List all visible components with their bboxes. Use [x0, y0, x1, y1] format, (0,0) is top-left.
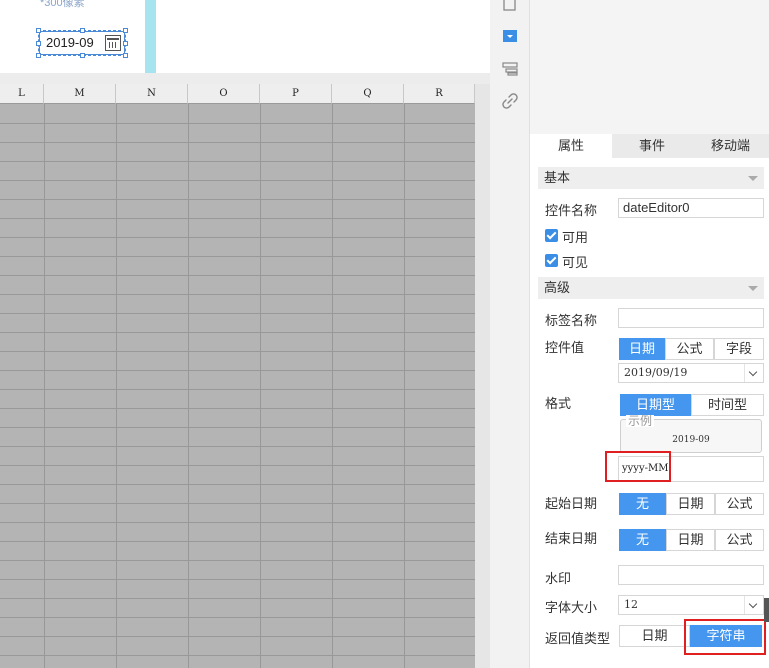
chevron-down-icon[interactable] [744, 364, 763, 382]
canvas-boundary [145, 0, 156, 73]
enabled-label: 可用 [562, 230, 589, 245]
spreadsheet-grid[interactable]: L M N O P Q R [0, 84, 475, 668]
section-advanced[interactable]: 高级 [538, 277, 764, 299]
grid-column-line [260, 104, 261, 668]
watermark-input[interactable] [618, 565, 764, 585]
column-header[interactable]: R [404, 84, 475, 104]
end-none-button[interactable]: 无 [619, 529, 666, 551]
font-size-value: 12 [624, 598, 638, 611]
collapse-icon[interactable] [748, 286, 758, 291]
value-type-formula-button[interactable]: 公式 [665, 338, 714, 360]
tab-properties[interactable]: 属性 [530, 134, 612, 158]
start-formula-button[interactable]: 公式 [715, 493, 764, 515]
format-date-type-button[interactable]: 日期型 [620, 394, 691, 416]
resize-handle[interactable] [80, 28, 85, 33]
font-size-label: 字体大小 [545, 600, 598, 615]
width-label: *300像素 [40, 0, 85, 9]
widget-toolbar [490, 0, 530, 668]
sheet-scrollbar[interactable] [475, 84, 490, 668]
tab-mobile[interactable]: 移动端 [692, 134, 769, 158]
start-none-button[interactable]: 无 [619, 493, 666, 515]
column-header[interactable]: O [188, 84, 260, 104]
grid-column-line [404, 104, 405, 668]
panel-header-area [530, 0, 769, 134]
grid-column-line [188, 104, 189, 668]
column-header[interactable]: L [0, 84, 44, 104]
visible-checkbox[interactable] [545, 254, 558, 267]
column-header[interactable]: P [260, 84, 332, 104]
enabled-checkbox[interactable] [545, 229, 558, 242]
font-size-select[interactable]: 12 [618, 595, 764, 615]
widget-value-label: 控件值 [545, 340, 585, 355]
column-header[interactable]: Q [332, 84, 404, 104]
format-example-value: 2019-09 [672, 435, 710, 445]
start-date-label: 起始日期 [545, 496, 598, 511]
dropdown-widget-icon[interactable] [502, 28, 518, 44]
date-editor-widget[interactable]: 2019-09 [39, 31, 125, 55]
tag-name-input[interactable] [618, 308, 764, 328]
return-type-label: 返回值类型 [545, 631, 611, 646]
calendar-icon[interactable] [105, 35, 121, 51]
resize-handle[interactable] [123, 41, 128, 46]
highlight-box [605, 451, 671, 482]
tag-name-label: 标签名称 [545, 313, 598, 328]
watermark-label: 水印 [545, 571, 572, 586]
widget-name-input[interactable]: dateEditor0 [618, 198, 764, 218]
value-date-select[interactable]: 2019/09/19 [618, 363, 764, 383]
link-icon[interactable] [502, 93, 518, 109]
format-label: 格式 [545, 396, 572, 411]
grid-column-line [332, 104, 333, 668]
grid-column-line [44, 104, 45, 668]
tab-events[interactable]: 事件 [612, 134, 692, 158]
chevron-down-icon[interactable] [744, 596, 763, 614]
value-type-date-button[interactable]: 日期 [619, 338, 665, 360]
widget-name-label: 控件名称 [545, 203, 598, 218]
resize-handle[interactable] [36, 41, 41, 46]
resize-handle[interactable] [123, 28, 128, 33]
grid-column-line [116, 104, 117, 668]
date-editor-value: 2019-09 [46, 35, 94, 50]
panel-tabs: 属性 事件 移动端 [530, 134, 769, 158]
value-type-field-button[interactable]: 字段 [714, 338, 764, 360]
highlight-box [684, 619, 766, 655]
resize-handle[interactable] [36, 53, 41, 58]
end-date-label: 结束日期 [545, 531, 598, 546]
column-header[interactable]: M [44, 84, 116, 104]
resize-handle[interactable] [80, 53, 85, 58]
resize-icon[interactable] [502, 0, 518, 12]
format-example-legend: 示例 [626, 414, 655, 428]
section-advanced-label: 高级 [544, 280, 571, 295]
end-date-button[interactable]: 日期 [666, 529, 715, 551]
collapse-icon[interactable] [748, 176, 758, 181]
value-date-text: 2019/09/19 [624, 366, 688, 379]
format-time-type-button[interactable]: 时间型 [691, 394, 764, 416]
canvas-separator [0, 73, 490, 84]
column-header[interactable]: N [116, 84, 188, 104]
resize-handle[interactable] [36, 28, 41, 33]
layers-icon[interactable] [502, 61, 518, 77]
return-type-date-button[interactable]: 日期 [619, 625, 690, 647]
panel-scrollbar[interactable] [764, 598, 769, 622]
end-formula-button[interactable]: 公式 [715, 529, 764, 551]
section-basic-label: 基本 [544, 170, 571, 185]
section-basic[interactable]: 基本 [538, 167, 764, 189]
resize-handle[interactable] [123, 53, 128, 58]
start-date-button[interactable]: 日期 [666, 493, 715, 515]
visible-label: 可见 [562, 255, 589, 270]
